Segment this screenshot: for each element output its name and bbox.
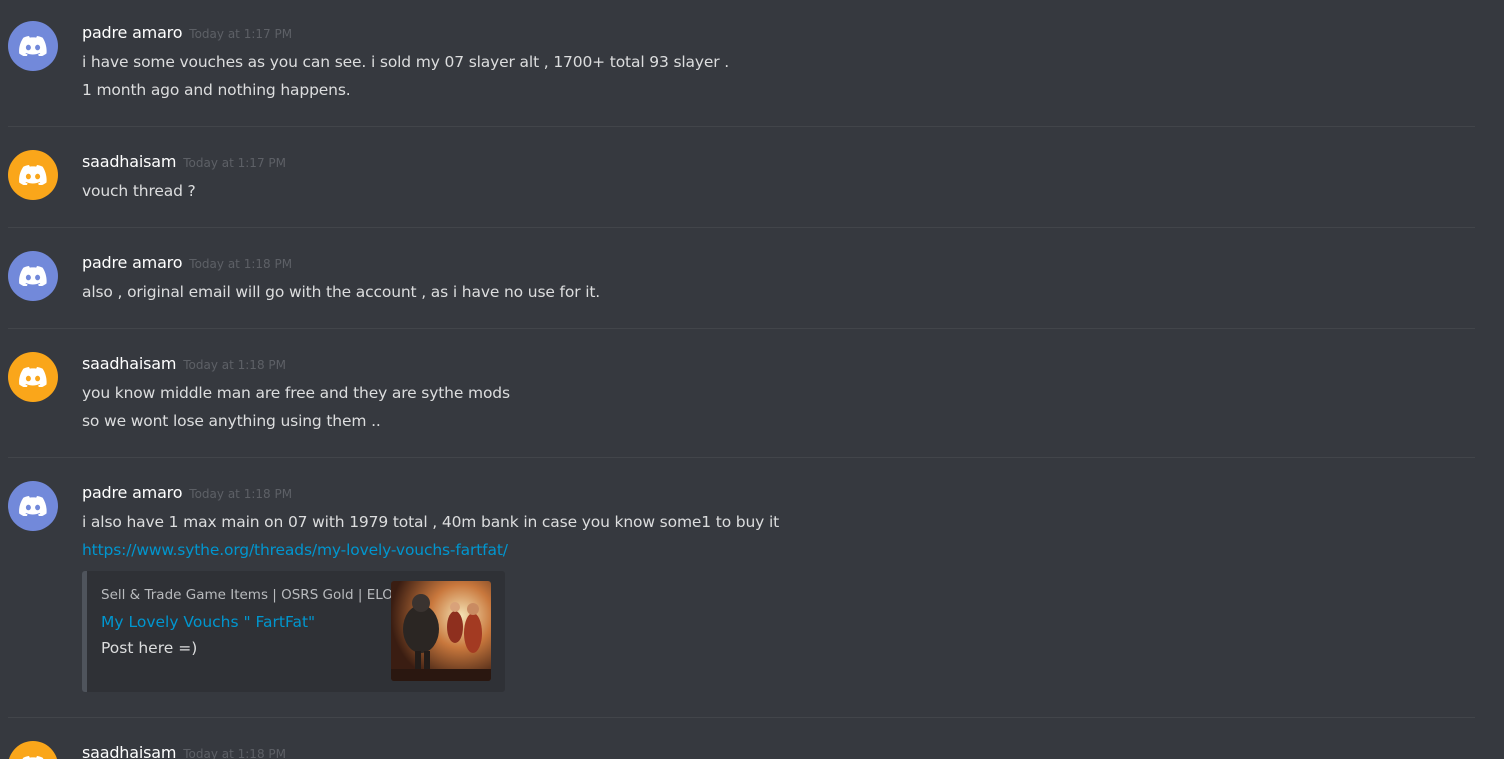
message-divider [8,227,1475,228]
avatar[interactable] [8,481,58,531]
embed-description: Post here =) [101,639,198,657]
message-header: padre amaro Today at 1:18 PM [82,253,292,275]
username[interactable]: saadhaisam [82,152,176,171]
timestamp[interactable]: Today at 1:17 PM [183,156,286,170]
message-header: saadhaisam Today at 1:18 PM [82,743,286,759]
thread-link[interactable]: https://www.sythe.org/threads/my-lovely-… [82,541,508,559]
message-text: 1 month ago and nothing happens. [82,81,351,99]
timestamp[interactable]: Today at 1:17 PM [189,27,292,41]
username[interactable]: saadhaisam [82,354,176,373]
message-text: vouch thread ? [82,182,196,200]
embed-provider: Sell & Trade Game Items | OSRS Gold | EL… [101,587,393,603]
message-text: i also have 1 max main on 07 with 1979 t… [82,513,780,531]
thumbnail-art [391,581,491,681]
thread-thumbnail-image[interactable] [391,581,491,681]
message-text: i have some vouches as you can see. i so… [82,53,730,71]
message-header: padre amaro Today at 1:18 PM [82,483,292,505]
message-text: you know middle man are free and they ar… [82,384,510,402]
timestamp[interactable]: Today at 1:18 PM [189,257,292,271]
message-header: padre amaro Today at 1:17 PM [82,23,292,45]
avatar[interactable] [8,741,58,759]
embed-title-link[interactable]: My Lovely Vouchs " FartFat" [101,613,315,631]
message-header: saadhaisam Today at 1:17 PM [82,152,286,174]
message-divider [8,328,1475,329]
message-text: also , original email will go with the a… [82,283,601,301]
timestamp[interactable]: Today at 1:18 PM [183,358,286,372]
message-divider [8,717,1475,718]
username[interactable]: padre amaro [82,23,182,42]
link-embed: Sell & Trade Game Items | OSRS Gold | EL… [82,571,505,692]
username[interactable]: padre amaro [82,483,182,502]
avatar[interactable] [8,150,58,200]
avatar[interactable] [8,251,58,301]
avatar[interactable] [8,21,58,71]
username[interactable]: saadhaisam [82,743,176,759]
discord-logo-icon [19,165,47,185]
discord-logo-icon [19,496,47,516]
discord-logo-icon [19,367,47,387]
discord-logo-icon [19,36,47,56]
message-header: saadhaisam Today at 1:18 PM [82,354,286,376]
message-text: so we wont lose anything using them .. [82,412,381,430]
timestamp[interactable]: Today at 1:18 PM [183,747,286,759]
discord-logo-icon [19,266,47,286]
timestamp[interactable]: Today at 1:18 PM [189,487,292,501]
message-link-line: https://www.sythe.org/threads/my-lovely-… [82,540,508,560]
avatar[interactable] [8,352,58,402]
message-divider [8,126,1475,127]
username[interactable]: padre amaro [82,253,182,272]
chat-messages[interactable]: padre amaro Today at 1:17 PM i have some… [0,0,1504,759]
message-divider [8,457,1475,458]
